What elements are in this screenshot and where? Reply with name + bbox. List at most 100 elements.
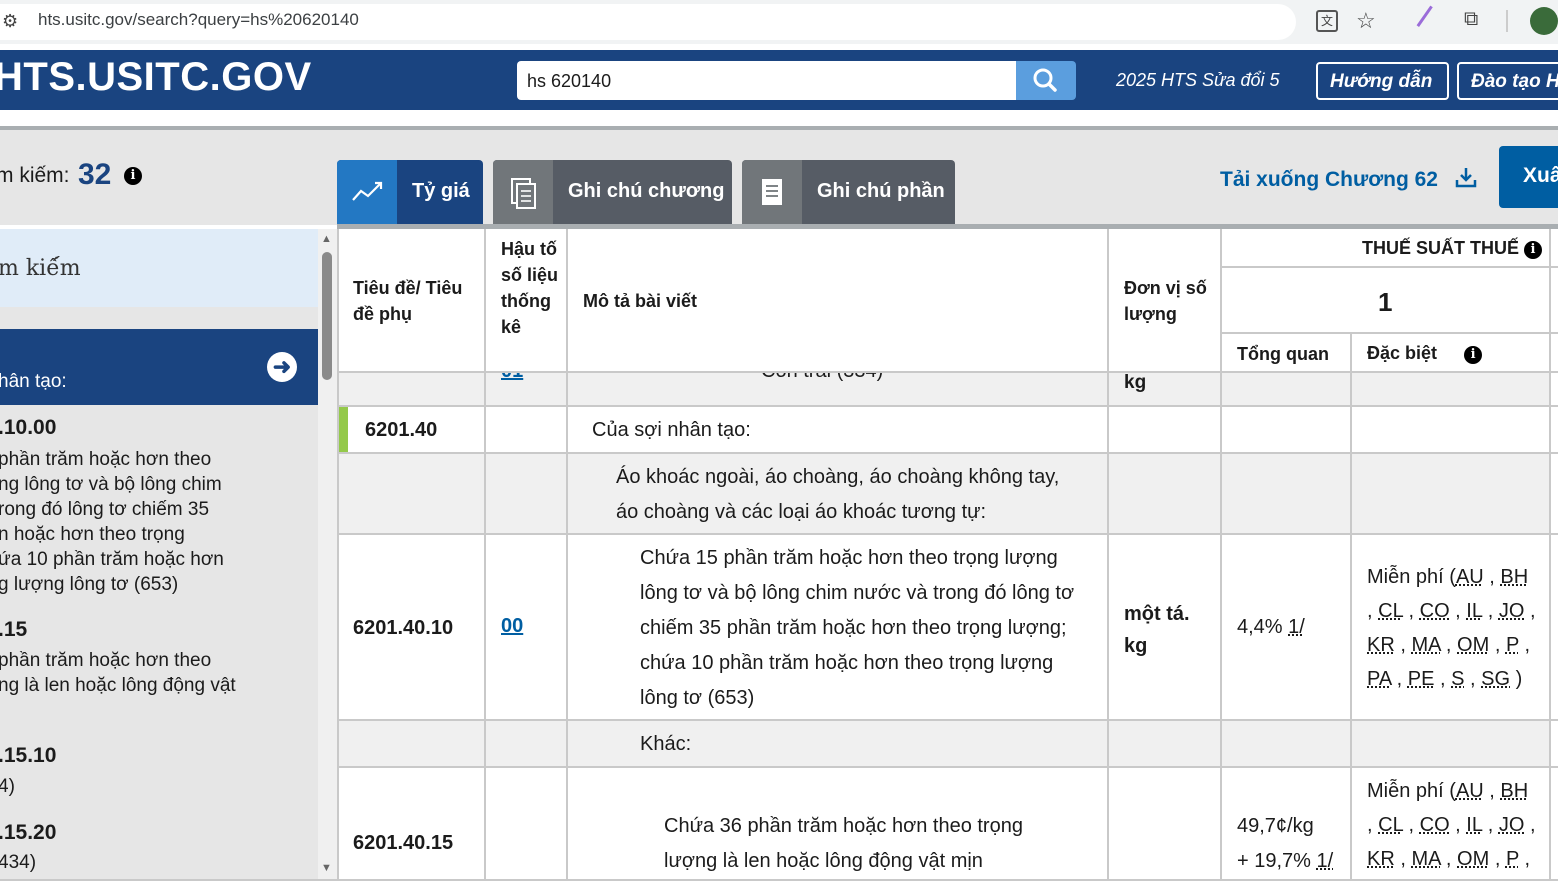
suffix-link[interactable]: 01 [501,373,523,383]
tab-chapter-notes[interactable]: Ghi chú chương [493,160,732,224]
country-code[interactable]: JO [1499,600,1525,622]
sidebar-item-desc: 4) [0,776,15,797]
country-code[interactable]: MA [1411,848,1440,870]
sidebar-item-desc: phần trăm hoặc hơn theo ng lông tơ và bộ… [0,447,298,597]
download-chapter-link[interactable]: Tải xuống Chương 62 [1220,165,1478,192]
trend-icon [337,160,397,224]
scroll-down-icon[interactable]: ▼ [321,862,332,874]
footnote-link[interactable]: 1/ [1317,850,1334,872]
column-header-unit: Đơn vị số lượng [1124,278,1207,324]
grid-line [1220,266,1558,268]
sidebar-item-code[interactable]: .10.00 [0,416,56,440]
star-icon[interactable]: ☆ [1356,8,1376,34]
country-code[interactable]: IL [1466,814,1482,836]
grid-line [337,229,339,894]
country-code[interactable]: P [1506,848,1519,870]
special-prefix: Miễn phí ( [1367,566,1456,588]
country-code[interactable]: BH [1500,780,1528,802]
site-logo[interactable]: HTS.USITC.GOV [0,55,312,100]
country-code[interactable]: KR [1367,634,1395,656]
heading-code[interactable]: 6201.40.10 [353,611,453,646]
tab-section-notes-label: Ghi chú phần [817,180,945,202]
download-icon [1455,168,1477,188]
grid-line [566,229,568,894]
unit-line: một tá. [1124,603,1190,625]
country-code[interactable]: CO [1420,600,1450,622]
country-code[interactable]: KR [1367,848,1395,870]
unit-line: kg [1124,635,1148,657]
country-code[interactable]: S [1451,668,1464,690]
sidebar-item-desc: phần trăm hoặc hơn theo ng là len hoặc l… [0,648,298,698]
country-code[interactable]: CL [1378,814,1403,836]
info-icon[interactable]: i [1464,346,1483,364]
unit-text: một tá. kg [1124,598,1190,662]
scrollbar-thumb[interactable] [322,252,332,380]
results-label: m kiếm: [0,164,70,187]
sidebar-item-code[interactable]: .15.20 [0,821,56,845]
column-header-suffix: Hậu tố số liệu thống kê [501,239,559,337]
sidebar-item-code[interactable]: .15 [0,618,27,642]
tab-section-notes[interactable]: Ghi chú phần [742,160,955,224]
description-text: Của sợi nhân tạo: [592,419,751,441]
footnote-link[interactable]: 1/ [1288,616,1305,638]
grid-line [337,766,1558,768]
description-text: Chứa 15 phần trăm hoặc hơn theo trọng lư… [640,541,1074,716]
country-code[interactable]: AU [1456,566,1484,588]
results-count: 32 [78,158,112,191]
country-code[interactable]: JO [1499,814,1525,836]
sidebar-desc-line: rong đó lông tơ chiếm 35 [0,499,210,520]
search-icon [1033,68,1057,92]
heading-code[interactable]: 6201.40.15 [353,826,453,861]
column-1-header: 1 [1378,287,1393,317]
info-icon[interactable]: i [124,167,142,185]
country-code[interactable]: SG [1481,668,1510,690]
country-code[interactable]: AU [1456,780,1484,802]
grid-line [1350,333,1352,894]
extensions-icon[interactable]: ⧉ [1464,8,1478,31]
documents-icon [493,160,553,224]
guide-button[interactable]: Hướng dẫn [1316,62,1449,100]
tab-rates[interactable]: Tỷ giá [337,160,483,224]
sidebar-item-code[interactable]: .15.10 [0,744,56,768]
partial-row: 01 Con trai (334) [339,373,1551,385]
country-code[interactable]: CO [1420,814,1450,836]
country-code[interactable]: MA [1411,634,1440,656]
training-button[interactable]: Đào tạo H [1457,62,1558,100]
scroll-up-icon[interactable]: ▲ [321,233,332,245]
column-header-description: Mô tả bài viết [583,291,698,311]
general-rate-line: 49,7¢/kg [1237,815,1314,837]
special-rate: Miễn phí (AU , BH , CL , CO , IL , JO , … [1367,780,1536,870]
search-input[interactable]: hs 620140 [517,61,1017,100]
sidebar-desc-line: ng là len hoặc lông động vật [0,675,236,696]
bottom-edge [0,879,1558,894]
export-button[interactable]: Xuấ [1499,146,1558,208]
country-code[interactable]: PA [1367,668,1391,690]
country-code[interactable]: CL [1378,600,1403,622]
url-text[interactable]: hts.usitc.gov/search?query=hs%20620140 [38,10,359,30]
country-code[interactable]: OM [1457,848,1489,870]
search-button[interactable] [1016,61,1076,100]
country-code[interactable]: BH [1500,566,1528,588]
site-settings-icon[interactable]: ⚙ [2,11,18,32]
tab-chapter-notes-label: Ghi chú chương [568,180,725,202]
profile-avatar[interactable] [1530,7,1558,35]
country-code[interactable]: IL [1466,600,1482,622]
rates-label: THUẾ SUẤT THUẾ [1362,238,1519,258]
sidebar-desc-line: g lượng lông tơ (653) [0,574,179,595]
country-code[interactable]: OM [1457,634,1489,656]
column-header-general: Tổng quan [1237,344,1329,364]
country-code[interactable]: PE [1408,668,1435,690]
sidebar-group-label: hân tạo: [0,371,67,392]
sidebar-desc-line: n hoặc hơn theo trọng [0,524,185,545]
hts-edition: 2025 HTS Sửa đổi 5 [1116,70,1280,90]
description-text: Chứa 36 phần trăm hoặc hơn theo trọng lư… [664,809,1023,879]
description-text: Áo khoác ngoài, áo choàng, áo choàng khô… [616,460,1059,530]
arrow-right-icon[interactable]: ➜ [267,352,297,382]
country-code[interactable]: P [1506,634,1519,656]
heading-code[interactable]: 6201.40 [365,413,437,448]
table-row [339,721,1551,766]
description-line: Áo khoác ngoài, áo choàng, áo choàng khô… [616,466,1060,488]
translate-icon[interactable]: 文 [1316,10,1338,32]
suffix-link[interactable]: 00 [501,609,523,644]
info-icon[interactable]: i [1524,241,1543,259]
